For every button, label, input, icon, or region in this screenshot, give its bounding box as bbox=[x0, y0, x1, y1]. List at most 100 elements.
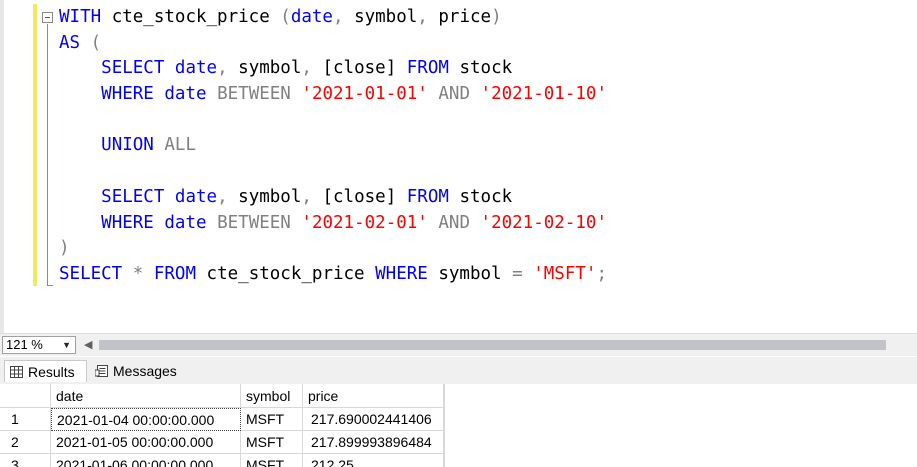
tab-messages-label: Messages bbox=[113, 363, 177, 379]
code-token: WHERE bbox=[375, 263, 428, 284]
scroll-left-icon[interactable]: ◀ bbox=[84, 338, 92, 352]
code-token: SELECT bbox=[101, 58, 165, 79]
column-header-price[interactable]: price bbox=[303, 384, 444, 408]
code-token: '2021-01-01' bbox=[301, 84, 428, 105]
code-line[interactable]: SELECT date, symbol, [close] FROM stock bbox=[59, 56, 607, 82]
code-token: , bbox=[301, 58, 312, 79]
code-token: date bbox=[164, 84, 207, 105]
code-token: ( bbox=[280, 7, 291, 27]
code-line[interactable]: WITH cte_stock_price (date, symbol, pric… bbox=[59, 5, 607, 31]
code-token: BETWEEN bbox=[217, 84, 291, 105]
code-token: , bbox=[417, 7, 428, 27]
row-number-header[interactable] bbox=[0, 384, 51, 408]
code-token: BETWEEN bbox=[217, 212, 291, 233]
code-token: date bbox=[164, 212, 207, 233]
zoom-value: 121 % bbox=[6, 337, 43, 352]
code-token: 'MSFT' bbox=[533, 263, 597, 284]
row-number[interactable]: 1 bbox=[0, 408, 51, 431]
table-row[interactable]: 1 2021-01-04 00:00:00.000 MSFT 217.69000… bbox=[0, 408, 444, 431]
code-token: stock bbox=[448, 58, 513, 79]
code-line[interactable]: UNION ALL bbox=[59, 133, 607, 159]
horizontal-scrollbar-thumb[interactable] bbox=[99, 340, 886, 350]
cell-symbol[interactable]: MSFT bbox=[241, 408, 303, 431]
tab-messages[interactable]: Messages bbox=[90, 360, 186, 382]
editor-status-strip: 121 % ▼ ◀ bbox=[0, 333, 917, 356]
table-row[interactable]: 2 2021-01-05 00:00:00.000 MSFT 217.89999… bbox=[0, 431, 444, 454]
tab-results[interactable]: Results bbox=[4, 360, 87, 382]
code-line[interactable]: ) bbox=[59, 236, 607, 262]
code-token: ( bbox=[80, 32, 102, 53]
zoom-dropdown[interactable]: 121 % ▼ bbox=[2, 336, 76, 354]
code-token: symbol bbox=[227, 58, 302, 79]
code-line[interactable]: WHERE date BETWEEN '2021-01-01' AND '202… bbox=[59, 82, 607, 108]
results-grid[interactable]: date symbol price 1 2021-01-04 00:00:00.… bbox=[0, 384, 917, 467]
results-tab-strip: Results Messages bbox=[0, 357, 917, 384]
code-token: = bbox=[512, 263, 523, 284]
code-line[interactable]: WHERE date BETWEEN '2021-02-01' AND '202… bbox=[59, 211, 607, 237]
grid-icon bbox=[10, 366, 23, 378]
cell-price[interactable]: 217.899993896484 bbox=[303, 431, 444, 454]
change-indicator-bar bbox=[33, 4, 37, 286]
code-token: , bbox=[217, 186, 228, 207]
cell-date[interactable]: 2021-01-06 00:00:00.000 bbox=[51, 454, 241, 467]
code-token: symbol bbox=[427, 263, 513, 284]
messages-icon bbox=[95, 365, 108, 377]
row-number[interactable]: 3 bbox=[0, 454, 51, 467]
column-header-date[interactable]: date bbox=[51, 384, 241, 408]
sql-code[interactable]: WITH cte_stock_price (date, symbol, pric… bbox=[59, 5, 607, 288]
grid-empty-area bbox=[444, 384, 917, 467]
code-line[interactable] bbox=[59, 159, 607, 185]
code-token: symbol bbox=[227, 186, 302, 207]
code-line[interactable] bbox=[59, 108, 607, 134]
cell-date[interactable]: 2021-01-05 00:00:00.000 bbox=[51, 431, 241, 454]
chevron-down-icon[interactable]: ▼ bbox=[62, 337, 71, 353]
outline-guide-end bbox=[47, 285, 53, 286]
tab-results-label: Results bbox=[28, 364, 75, 380]
code-token: cte_stock_price bbox=[101, 7, 281, 27]
column-header-symbol[interactable]: symbol bbox=[241, 384, 303, 408]
code-line[interactable]: SELECT date, symbol, [close] FROM stock bbox=[59, 185, 607, 211]
row-number[interactable]: 2 bbox=[0, 431, 51, 454]
code-token: WHERE bbox=[101, 212, 154, 233]
cell-date[interactable]: 2021-01-04 00:00:00.000 bbox=[51, 408, 241, 431]
code-token: symbol bbox=[343, 7, 418, 27]
code-line[interactable]: SELECT * FROM cte_stock_price WHERE symb… bbox=[59, 262, 607, 288]
code-token: stock bbox=[448, 186, 513, 207]
cell-symbol[interactable]: MSFT bbox=[241, 431, 303, 454]
code-token: '2021-02-01' bbox=[301, 212, 428, 233]
code-token: WHERE bbox=[101, 84, 154, 105]
code-token: price bbox=[427, 7, 492, 27]
cell-symbol[interactable]: MSFT bbox=[241, 454, 303, 467]
code-token: SELECT bbox=[59, 263, 123, 284]
collapse-region-icon[interactable] bbox=[42, 12, 53, 23]
query-editor[interactable]: WITH cte_stock_price (date, symbol, pric… bbox=[0, 0, 917, 333]
code-token: ALL bbox=[164, 135, 196, 156]
table-row[interactable]: 3 2021-01-06 00:00:00.000 MSFT 212.25 bbox=[0, 454, 444, 467]
code-line[interactable]: AS ( bbox=[59, 31, 607, 57]
code-token: [close] bbox=[311, 58, 407, 79]
code-token: cte_stock_price bbox=[196, 263, 376, 284]
code-token: AS bbox=[59, 32, 81, 53]
code-token: '2021-02-10' bbox=[480, 212, 607, 233]
cell-price[interactable]: 212.25 bbox=[303, 454, 444, 467]
code-token: ) bbox=[59, 238, 70, 259]
cell-price[interactable]: 217.690002441406 bbox=[303, 408, 444, 431]
code-token: UNION bbox=[101, 135, 154, 156]
